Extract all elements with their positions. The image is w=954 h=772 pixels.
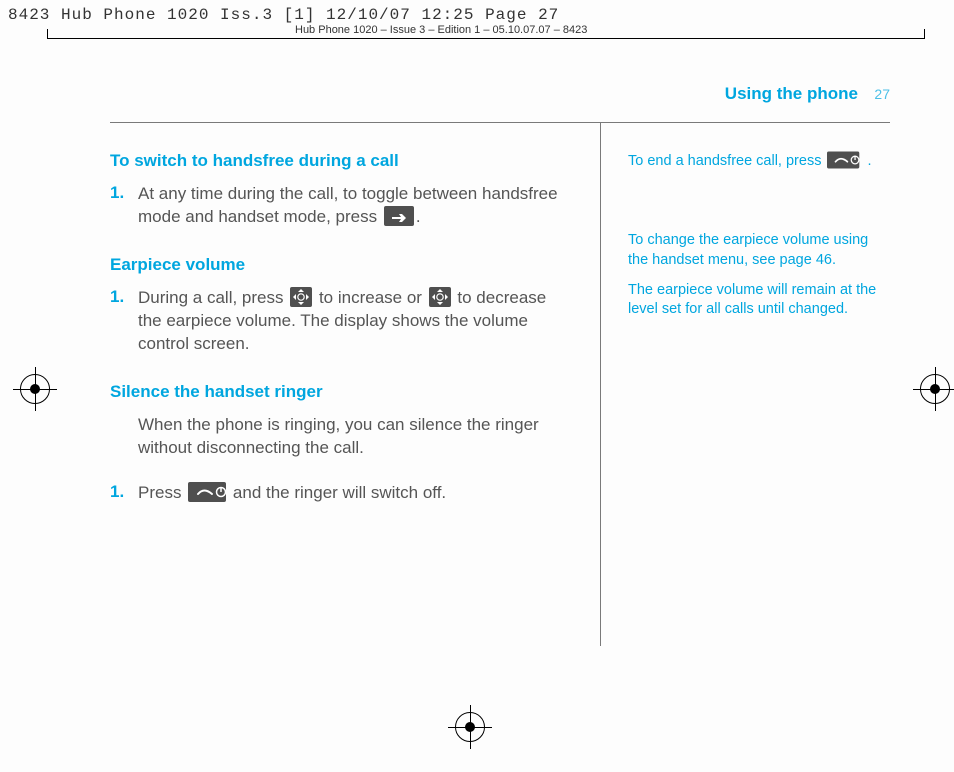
intro-text: When the phone is ringing, you can silen… <box>138 414 570 460</box>
heading-earpiece: Earpiece volume <box>110 255 570 275</box>
running-head: Using the phone 27 <box>110 84 890 104</box>
text-fragment: At any time during the call, to toggle b… <box>138 184 558 226</box>
text-fragment: . <box>416 207 421 226</box>
main-column: To switch to handsfree during a call 1. … <box>110 151 600 531</box>
registration-mark-icon <box>20 374 50 404</box>
step-number: 1. <box>110 183 138 229</box>
registration-mark-icon <box>455 712 485 742</box>
section-title: Using the phone <box>725 84 858 103</box>
text-fragment: To end a handsfree call, press <box>628 153 825 169</box>
text-fragment: . <box>867 153 871 169</box>
step-text: Press and the ringer will switch off. <box>138 482 446 505</box>
registration-mark-icon <box>920 374 950 404</box>
step-number: 1. <box>110 287 138 356</box>
sidenote-end-call: To end a handsfree call, press . <box>628 151 890 171</box>
step-text: During a call, press to increase or to d… <box>138 287 570 356</box>
print-slug-secondary: Hub Phone 1020 – Issue 3 – Edition 1 – 0… <box>295 24 587 36</box>
text-fragment: to increase or <box>314 288 426 307</box>
header-rule <box>110 122 890 123</box>
text-fragment: During a call, press <box>138 288 288 307</box>
step-text: At any time during the call, to toggle b… <box>138 183 570 229</box>
page-number: 27 <box>874 86 890 102</box>
heading-handsfree: To switch to handsfree during a call <box>110 151 570 171</box>
end-call-key-icon <box>827 152 859 169</box>
print-slug: 8423 Hub Phone 1020 Iss.3 [1] 12/10/07 1… <box>8 6 559 24</box>
nav-key-icon <box>429 287 451 307</box>
page-body: Using the phone 27 To switch to handsfre… <box>110 84 890 531</box>
step-number: 1. <box>110 482 138 505</box>
sidenote-volume-menu: To change the earpiece volume using the … <box>628 231 890 270</box>
side-column: To end a handsfree call, press . To chan… <box>600 151 890 531</box>
sidenote-volume-persist: The earpiece volume will remain at the l… <box>628 281 890 320</box>
end-call-key-icon <box>188 482 226 502</box>
crop-mark-top <box>48 38 924 39</box>
redial-key-icon <box>384 206 414 226</box>
nav-key-icon <box>290 287 312 307</box>
text-fragment: and the ringer will switch off. <box>228 483 446 502</box>
heading-silence: Silence the handset ringer <box>110 382 570 402</box>
text-fragment: Press <box>138 483 186 502</box>
